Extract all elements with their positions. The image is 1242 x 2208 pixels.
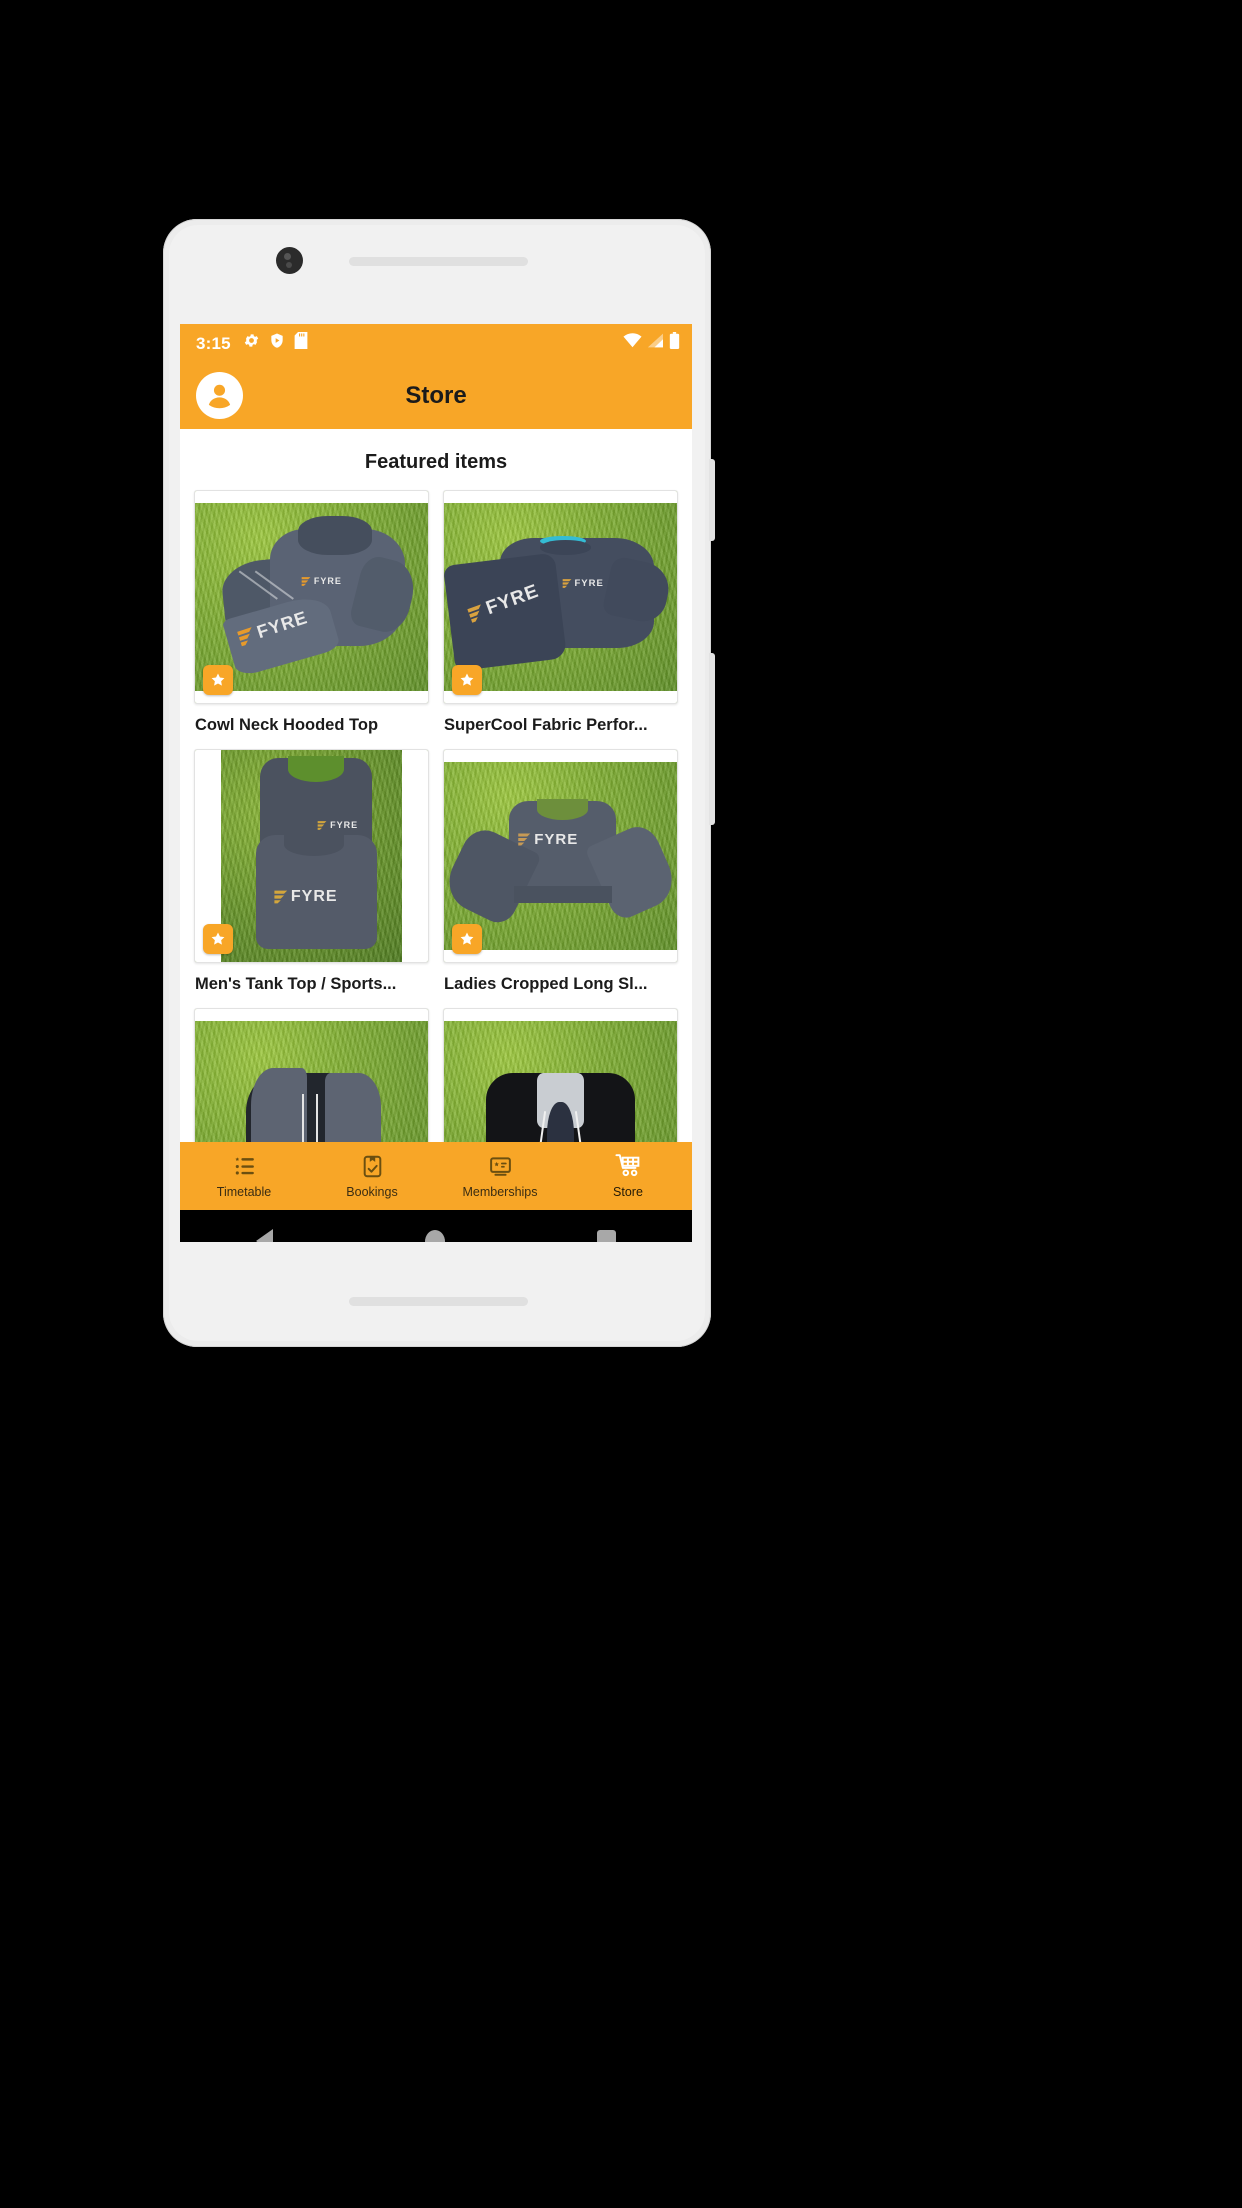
cell-signal-icon xyxy=(647,333,664,353)
product-photo xyxy=(444,1009,677,1142)
featured-star-badge xyxy=(203,665,233,695)
status-bar: 3:15 xyxy=(180,324,692,362)
status-time: 3:15 xyxy=(196,333,231,353)
shopping-cart-icon xyxy=(614,1154,639,1177)
product-title: Men's Tank Top / Sports... xyxy=(195,975,397,993)
nav-item-bookings[interactable]: Bookings xyxy=(308,1142,436,1210)
fyre-logo-icon xyxy=(518,833,531,846)
product-grid: FYRE FYRE Cowl Neck Hooded Top FYRE FYRE… xyxy=(180,490,692,1142)
product-card[interactable] xyxy=(194,1008,429,1142)
product-cell[interactable]: FYRE FYRE xyxy=(443,490,678,749)
product-title: Cowl Neck Hooded Top xyxy=(195,716,379,734)
phone-screen: 3:15 Store Featured items FYRE FYRE Cowl… xyxy=(180,324,692,1242)
product-title: SuperCool Fabric Perfor... xyxy=(444,716,648,734)
product-card[interactable]: FYRE FYRE xyxy=(443,490,678,704)
product-title: Ladies Cropped Long Sl... xyxy=(444,975,648,993)
product-cell[interactable] xyxy=(443,1008,678,1142)
list-star-icon xyxy=(234,1156,254,1175)
clipboard-check-icon xyxy=(363,1155,381,1177)
earpiece-speaker xyxy=(349,257,528,266)
home-circle-icon[interactable] xyxy=(425,1229,445,1242)
battery-icon xyxy=(669,332,680,354)
star-icon xyxy=(460,673,474,686)
membership-card-icon xyxy=(489,1156,511,1176)
fyre-logo-icon xyxy=(301,576,311,586)
featured-items-heading: Featured items xyxy=(364,451,508,473)
recents-square-icon[interactable] xyxy=(597,1229,616,1242)
status-right-icon-group xyxy=(623,332,680,354)
sd-card-icon xyxy=(294,332,308,354)
nav-label-memberships: Memberships xyxy=(462,1184,538,1199)
fyre-logo-icon xyxy=(274,890,288,904)
featured-star-badge xyxy=(452,665,482,695)
account-circle-icon xyxy=(201,377,238,414)
nav-item-timetable[interactable]: Timetable xyxy=(180,1142,308,1210)
fyre-logo-icon xyxy=(562,579,571,588)
bottom-navigation-bar: Timetable Bookings Memberships Store xyxy=(180,1142,692,1210)
app-bar: Store xyxy=(180,362,692,429)
volume-button[interactable] xyxy=(709,653,715,825)
system-navigation-bar xyxy=(180,1210,692,1242)
product-photo xyxy=(195,1009,428,1142)
nav-label-timetable: Timetable xyxy=(216,1184,272,1199)
shield-play-icon xyxy=(269,332,285,354)
store-content-scroll[interactable]: Featured items FYRE FYRE Cowl Neck Hoode… xyxy=(180,429,692,1142)
product-cell[interactable]: FYRE FYRE xyxy=(194,490,429,749)
power-button[interactable] xyxy=(709,459,715,541)
product-card[interactable] xyxy=(443,1008,678,1142)
product-card[interactable]: FYRE xyxy=(443,749,678,963)
status-left-icon-group xyxy=(243,332,308,354)
product-cell[interactable]: FYRE Ladies Cropped Long Sl... xyxy=(443,749,678,1008)
star-icon xyxy=(460,932,474,945)
star-icon xyxy=(211,932,225,945)
product-card[interactable]: FYRE FYRE xyxy=(194,749,429,963)
featured-star-badge xyxy=(203,924,233,954)
product-cell[interactable] xyxy=(194,1008,429,1142)
gear-icon xyxy=(243,332,260,354)
brand-wordmark: FYRE xyxy=(313,576,342,587)
page-title: Store xyxy=(405,381,467,409)
nav-item-store[interactable]: Store xyxy=(564,1142,692,1210)
fyre-logo-icon xyxy=(317,821,327,830)
nav-item-memberships[interactable]: Memberships xyxy=(436,1142,564,1210)
wifi-icon xyxy=(623,333,642,353)
front-camera-icon xyxy=(276,247,303,274)
product-cell[interactable]: FYRE FYRE xyxy=(194,749,429,1008)
bottom-speaker xyxy=(349,1297,528,1306)
avatar[interactable] xyxy=(196,372,243,419)
star-icon xyxy=(211,673,225,686)
product-card[interactable]: FYRE FYRE xyxy=(194,490,429,704)
featured-star-badge xyxy=(452,924,482,954)
phone-device-frame: 3:15 Store Featured items FYRE FYRE Cowl… xyxy=(163,219,715,1347)
nav-label-bookings: Bookings xyxy=(346,1184,398,1199)
back-triangle-icon[interactable] xyxy=(256,1229,273,1242)
nav-label-store: Store xyxy=(613,1185,643,1199)
